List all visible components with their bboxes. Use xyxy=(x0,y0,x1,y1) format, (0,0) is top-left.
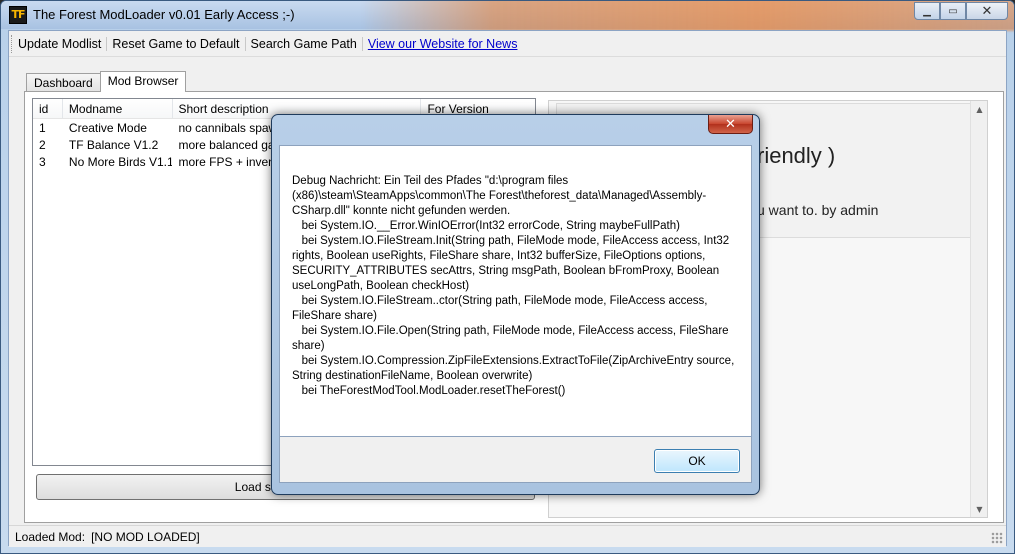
tab-mod-browser[interactable]: Mod Browser xyxy=(99,71,187,92)
minimize-button[interactable]: ▁ xyxy=(914,2,940,20)
dialog-body: Debug Nachricht: Ein Teil des Pfades "d:… xyxy=(279,145,752,437)
close-button[interactable]: ✕ xyxy=(966,2,1008,20)
status-value: [NO MOD LOADED] xyxy=(91,529,200,544)
ok-button[interactable]: OK xyxy=(654,449,740,473)
debug-message-dialog: ✕ Debug Nachricht: Ein Teil des Pfades "… xyxy=(271,114,760,495)
mod-id: 3 xyxy=(39,155,46,169)
column-header-modname[interactable]: Modname xyxy=(63,99,173,118)
mod-name: Creative Mode xyxy=(68,121,147,135)
column-header-id[interactable]: id xyxy=(33,99,63,118)
mod-name: TF Balance V1.2 xyxy=(68,138,159,152)
tab-dashboard[interactable]: Dashboard xyxy=(26,73,101,92)
scroll-up-icon[interactable]: ▲ xyxy=(971,101,988,117)
window-title: The Forest ModLoader v0.01 Early Access … xyxy=(33,7,295,22)
minimize-icon: ▁ xyxy=(923,5,931,17)
dialog-footer: OK xyxy=(279,437,752,483)
mod-id: 1 xyxy=(39,121,46,135)
toolbar-grip[interactable] xyxy=(11,35,14,53)
scroll-down-icon[interactable]: ▼ xyxy=(971,501,988,517)
reset-game-button[interactable]: Reset Game to Default xyxy=(107,36,246,51)
tab-strip: Dashboard Mod Browser xyxy=(26,71,187,92)
mod-id: 2 xyxy=(39,138,46,152)
mod-detail-title: riendly ) xyxy=(757,143,836,168)
update-modlist-button[interactable]: Update Modlist xyxy=(13,36,108,51)
maximize-icon: ▭ xyxy=(948,5,958,17)
maximize-button[interactable]: ▭ xyxy=(940,2,966,20)
app-icon: TF xyxy=(9,6,27,24)
status-label: Loaded Mod: xyxy=(15,529,86,544)
window-controls: ▁ ▭ ✕ xyxy=(914,2,1008,20)
search-game-path-button[interactable]: Search Game Path xyxy=(246,36,363,51)
close-icon: ✕ xyxy=(981,3,993,19)
toolbar: Update Modlist Reset Game to Default Sea… xyxy=(9,31,1006,57)
resize-grip-icon[interactable] xyxy=(991,532,1003,544)
website-link[interactable]: View our Website for News xyxy=(363,37,523,51)
mod-name: No More Birds V1.1 xyxy=(68,155,173,169)
detail-scrollbar[interactable]: ▲ ▼ xyxy=(970,101,987,517)
close-icon: ✕ xyxy=(725,116,736,132)
status-bar: Loaded Mod: [NO MOD LOADED] xyxy=(9,525,1006,547)
mod-detail-subtitle: u want to. by admin xyxy=(757,202,879,218)
title-bar[interactable]: TF The Forest ModLoader v0.01 Early Acce… xyxy=(1,1,1014,31)
dialog-message: Debug Nachricht: Ein Teil des Pfades "d:… xyxy=(292,175,735,397)
dialog-close-button[interactable]: ✕ xyxy=(708,115,753,134)
